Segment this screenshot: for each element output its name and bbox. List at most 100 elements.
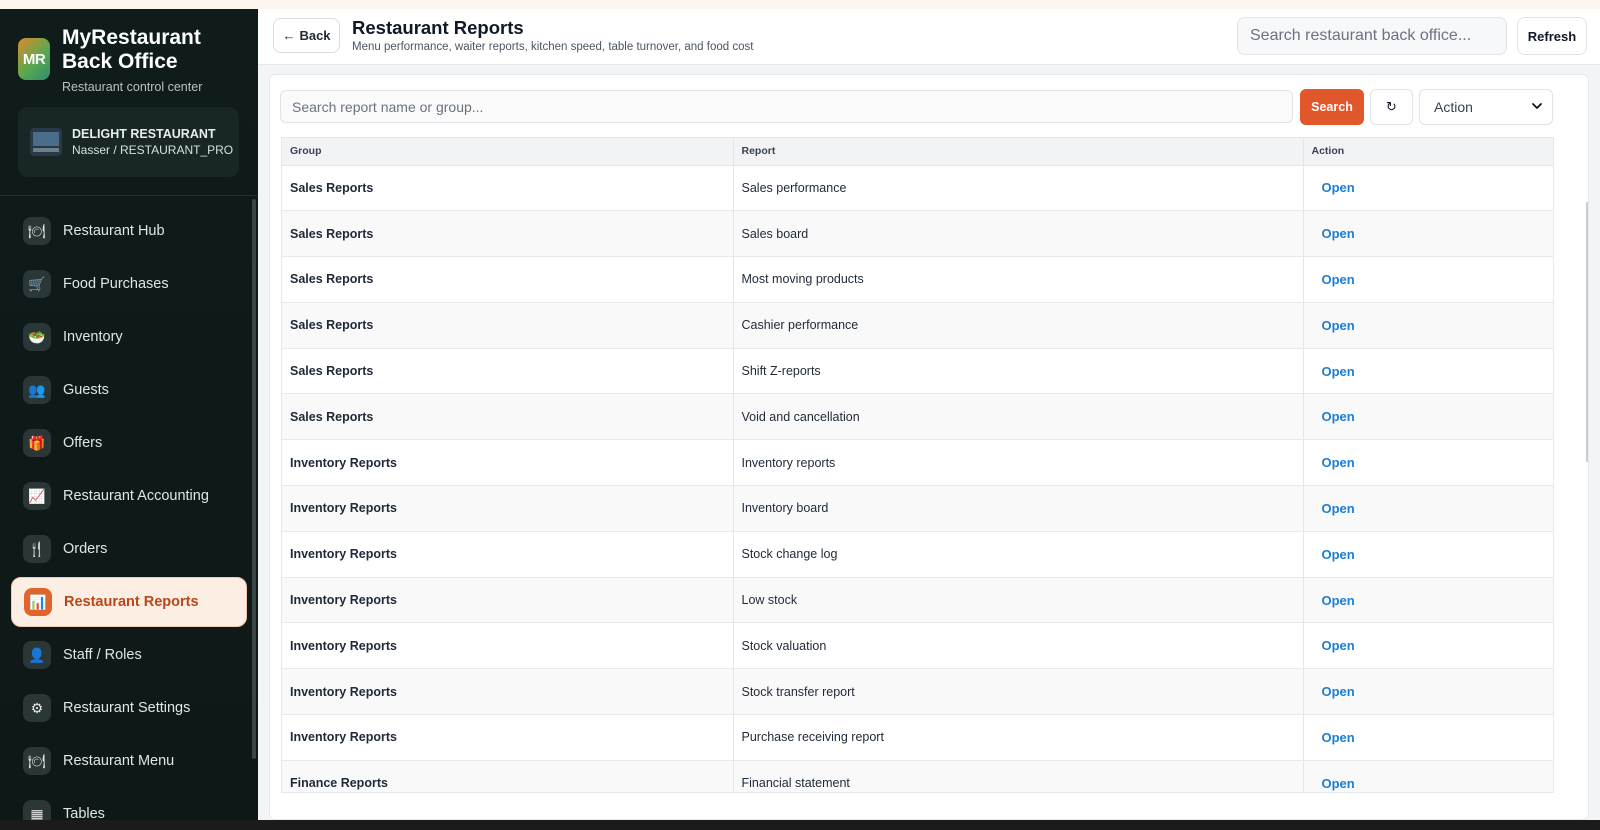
table-row: Inventory Reports Purchase receiving repo… (282, 714, 1553, 761)
refresh-button[interactable]: Refresh (1517, 17, 1587, 55)
bar-chart-icon: 📊 (24, 588, 52, 616)
group-cell: Inventory Reports (282, 622, 734, 670)
user-icon: 👤 (23, 641, 51, 669)
gear-icon: ⚙ (23, 694, 51, 722)
sidebar-nav: 🍽 Restaurant Hub 🛒 Food Purchases 🥗 Inventory… (11, 206, 247, 820)
sidebar-item-label: Restaurant Reports (64, 594, 199, 610)
sidebar-item-guests[interactable]: 👥 Guests (11, 365, 247, 415)
action-cell: Open (1303, 714, 1553, 761)
back-button[interactable]: ← Back (273, 18, 340, 53)
table-row: Inventory Reports Inventory reports Open (282, 439, 1553, 487)
sidebar-item-restaurant-hub[interactable]: 🍽 Restaurant Hub (11, 206, 247, 256)
sidebar-scrollbar[interactable] (252, 199, 256, 759)
action-cell: Open (1303, 210, 1553, 258)
report-cell: Financial statement (733, 760, 1304, 792)
gift-icon: 🎁 (23, 429, 51, 457)
report-cell: Inventory board (733, 485, 1304, 532)
global-search-input[interactable] (1237, 17, 1507, 55)
open-report-link[interactable]: Open (1322, 409, 1355, 424)
store-thumbnail (30, 128, 62, 156)
sidebar-item-tables[interactable]: ▦ Tables (11, 789, 247, 820)
action-cell: Open (1303, 760, 1553, 792)
sidebar: MR MyRestaurant Back Office Restaurant c… (0, 9, 258, 820)
table-row: Finance Reports Financial statement Open (282, 760, 1553, 792)
report-cell: Sales board (733, 210, 1304, 258)
sidebar-item-restaurant-menu[interactable]: 🍽 Restaurant Menu (11, 736, 247, 786)
store-card[interactable]: DELIGHT RESTAURANT Nasser / RESTAURANT_P… (18, 107, 239, 177)
group-cell: Inventory Reports (282, 577, 734, 624)
sidebar-item-label: Guests (63, 382, 109, 398)
open-report-link[interactable]: Open (1322, 226, 1355, 241)
open-report-link[interactable]: Open (1322, 180, 1355, 195)
menu-plate-icon: 🍽 (23, 747, 51, 775)
open-report-link[interactable]: Open (1322, 547, 1355, 562)
group-cell: Inventory Reports (282, 668, 734, 716)
reports-table: Group Report Action Sales Reports Sales p… (281, 137, 1554, 793)
page-title: Restaurant Reports (352, 17, 524, 38)
action-cell: Open (1303, 256, 1553, 303)
bottom-strip (0, 820, 1600, 830)
open-report-link[interactable]: Open (1322, 684, 1355, 699)
open-report-link[interactable]: Open (1322, 730, 1355, 745)
sidebar-item-orders[interactable]: 🍴 Orders (11, 524, 247, 574)
report-cell: Cashier performance (733, 302, 1304, 349)
action-select[interactable]: Action (1419, 89, 1553, 125)
page-subtitle: Menu performance, waiter reports, kitche… (352, 41, 754, 53)
group-cell: Sales Reports (282, 302, 734, 349)
action-cell: Open (1303, 622, 1553, 670)
fork-knife-icon: 🍴 (23, 535, 51, 563)
report-search-input[interactable] (280, 90, 1293, 123)
report-cell: Shift Z-reports (733, 348, 1304, 395)
brand-logo: MR (18, 38, 50, 80)
table-row: Inventory Reports Inventory board Open (282, 485, 1553, 532)
top-strip (0, 0, 1600, 9)
main-area: ← Back Restaurant Reports Menu performan… (258, 9, 1600, 820)
plate-icon: 🍽 (23, 217, 51, 245)
sidebar-item-label: Offers (63, 435, 103, 451)
sidebar-item-label: Restaurant Settings (63, 700, 191, 716)
table-row: Sales Reports Sales performance Open (282, 165, 1553, 212)
sidebar-item-restaurant-settings[interactable]: ⚙ Restaurant Settings (11, 683, 247, 733)
column-header-action: Action (1303, 138, 1553, 166)
sidebar-item-restaurant-accounting[interactable]: 📈 Restaurant Accounting (11, 471, 247, 521)
action-cell: Open (1303, 668, 1553, 716)
table-header-row: Group Report Action (282, 138, 1553, 166)
arrow-left-icon: ← (282, 28, 296, 43)
report-cell: Most moving products (733, 256, 1304, 303)
open-report-link[interactable]: Open (1322, 364, 1355, 379)
open-report-link[interactable]: Open (1322, 638, 1355, 653)
store-name: DELIGHT RESTAURANT (72, 126, 216, 141)
people-icon: 👥 (23, 376, 51, 404)
open-report-link[interactable]: Open (1322, 593, 1355, 608)
group-cell: Sales Reports (282, 348, 734, 395)
open-report-link[interactable]: Open (1322, 455, 1355, 470)
sidebar-item-inventory[interactable]: 🥗 Inventory (11, 312, 247, 362)
sidebar-item-label: Tables (63, 806, 105, 820)
search-button[interactable]: Search (1300, 89, 1364, 125)
open-report-link[interactable]: Open (1322, 272, 1355, 287)
report-cell: Sales performance (733, 165, 1304, 212)
action-cell: Open (1303, 531, 1553, 578)
reset-icon[interactable]: ↻ (1370, 89, 1413, 125)
sidebar-item-staff-roles[interactable]: 👤 Staff / Roles (11, 630, 247, 680)
action-cell: Open (1303, 393, 1553, 441)
page-header: ← Back Restaurant Reports Menu performan… (258, 9, 1600, 65)
sidebar-item-offers[interactable]: 🎁 Offers (11, 418, 247, 468)
open-report-link[interactable]: Open (1322, 318, 1355, 333)
group-cell: Sales Reports (282, 256, 734, 303)
sidebar-item-label: Food Purchases (63, 276, 169, 292)
group-cell: Sales Reports (282, 210, 734, 258)
table-row: Sales Reports Void and cancellation Open (282, 393, 1553, 441)
report-cell: Stock transfer report (733, 668, 1304, 716)
sidebar-item-restaurant-reports[interactable]: 📊 Restaurant Reports (11, 577, 247, 627)
brand-subtitle: Restaurant control center (62, 80, 203, 94)
sidebar-item-food-purchases[interactable]: 🛒 Food Purchases (11, 259, 247, 309)
group-cell: Sales Reports (282, 393, 734, 441)
reports-panel: Search ↻ Action Group Report Action (269, 74, 1589, 820)
back-label: Back (299, 28, 331, 43)
open-report-link[interactable]: Open (1322, 776, 1355, 791)
chevron-down-icon (1532, 103, 1542, 109)
open-report-link[interactable]: Open (1322, 501, 1355, 516)
table-scrollbar[interactable] (1586, 202, 1588, 462)
report-cell: Stock change log (733, 531, 1304, 578)
